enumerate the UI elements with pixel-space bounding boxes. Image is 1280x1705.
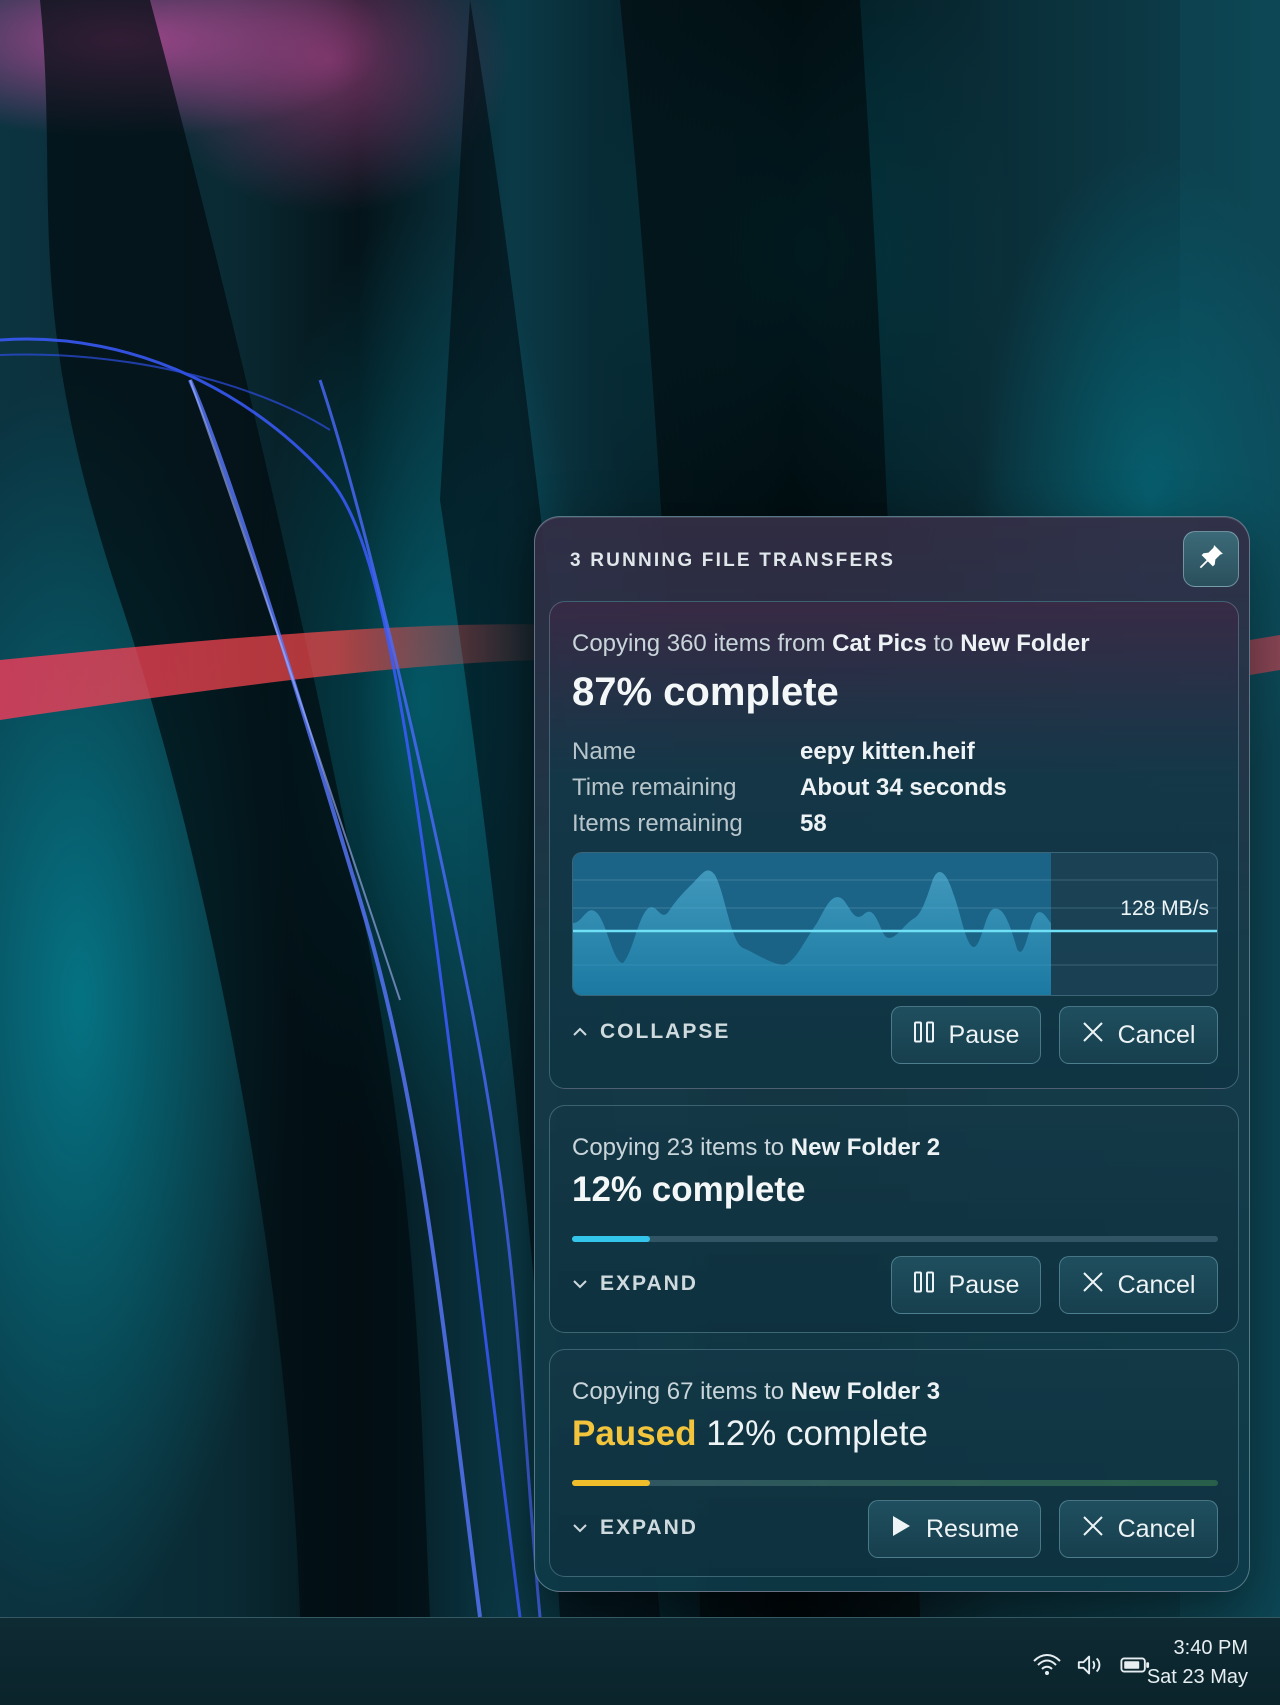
expand-label: EXPAND [600, 1516, 698, 1539]
system-tray [1032, 1652, 1150, 1678]
cancel-label: Cancel [1117, 1514, 1196, 1543]
cancel-button[interactable]: Cancel [1059, 1006, 1218, 1064]
chevron-up-icon [572, 1020, 588, 1044]
detail-label: Name [572, 738, 637, 765]
transfer-description: Copying 67 items to New Folder 3 [572, 1378, 941, 1405]
paused-status: Paused [572, 1414, 697, 1453]
source-folder: Cat Pics [832, 630, 927, 657]
percent-complete: 12% complete [572, 1170, 806, 1209]
detail-label: Time remaining [572, 774, 737, 801]
transfer-card-3: Copying 67 items to New Folder 3 Paused … [549, 1349, 1239, 1577]
detail-value: eepy kitten.heif [800, 738, 975, 765]
detail-label: Items remaining [572, 810, 743, 837]
collapse-toggle[interactable]: COLLAPSE [572, 1020, 730, 1044]
transfer-card-1: Copying 360 items from Cat Pics to New F… [549, 601, 1239, 1089]
detail-row-items: Items remaining 58 [572, 806, 1007, 842]
resume-label: Resume [925, 1514, 1020, 1543]
percent-complete: Paused 12% complete [572, 1414, 929, 1453]
play-icon [890, 1514, 912, 1545]
close-icon [1082, 1271, 1104, 1300]
cancel-label: Cancel [1117, 1020, 1196, 1049]
pause-button[interactable]: Pause [891, 1006, 1041, 1064]
expand-toggle[interactable]: EXPAND [572, 1272, 698, 1296]
wifi-icon[interactable] [1032, 1652, 1062, 1678]
collapse-label: COLLAPSE [600, 1020, 731, 1043]
battery-icon[interactable] [1120, 1652, 1150, 1678]
clock-time: 3:40 PM [1173, 1637, 1248, 1659]
destination-folder: New Folder [960, 630, 1090, 657]
transfer-speed-graph: 128 MB/s [572, 852, 1218, 996]
pause-icon [913, 1021, 935, 1050]
panel-title: 3 RUNNING FILE TRANSFERS [570, 550, 896, 571]
destination-folder: New Folder 3 [790, 1378, 941, 1405]
volume-icon[interactable] [1076, 1652, 1106, 1678]
resume-button[interactable]: Resume [868, 1500, 1041, 1558]
taskbar: 3:40 PM Sat 23 May [0, 1617, 1280, 1705]
detail-value: 58 [800, 810, 827, 837]
transfer-speed: 128 MB/s [1120, 897, 1209, 920]
progress-bar-fill [572, 1236, 650, 1242]
close-icon [1082, 1515, 1104, 1544]
pause-label: Pause [948, 1020, 1020, 1049]
expand-toggle[interactable]: EXPAND [572, 1516, 698, 1540]
destination-folder: New Folder 2 [790, 1134, 941, 1161]
pause-icon [913, 1271, 935, 1300]
detail-value: About 34 seconds [800, 774, 1007, 801]
transfer-description: Copying 23 items to New Folder 2 [572, 1134, 941, 1161]
expand-label: EXPAND [600, 1272, 698, 1295]
file-transfers-panel: 3 RUNNING FILE TRANSFERS Copying 360 ite… [534, 516, 1250, 1592]
transfer-details: Name eepy kitten.heif Time remaining Abo… [572, 734, 1007, 842]
transfer-card-2: Copying 23 items to New Folder 2 12% com… [549, 1105, 1239, 1333]
cancel-button[interactable]: Cancel [1059, 1500, 1218, 1558]
percent-complete: 87% complete [572, 670, 839, 714]
detail-row-time: Time remaining About 34 seconds [572, 770, 1007, 806]
chevron-down-icon [572, 1516, 588, 1540]
progress-bar [572, 1236, 1218, 1242]
detail-row-name: Name eepy kitten.heif [572, 734, 1007, 770]
pause-button[interactable]: Pause [891, 1256, 1041, 1314]
pin-button[interactable] [1183, 531, 1239, 587]
pause-label: Pause [948, 1270, 1020, 1299]
close-icon [1082, 1021, 1104, 1050]
progress-bar-fill [572, 1480, 650, 1486]
pin-icon [1196, 542, 1226, 577]
chevron-down-icon [572, 1272, 588, 1296]
cancel-label: Cancel [1117, 1270, 1196, 1299]
taskbar-clock[interactable]: 3:40 PM Sat 23 May [1147, 1634, 1248, 1692]
cancel-button[interactable]: Cancel [1059, 1256, 1218, 1314]
progress-bar [572, 1480, 1218, 1486]
clock-date: Sat 23 May [1146, 1666, 1248, 1688]
transfer-description: Copying 360 items from Cat Pics to New F… [572, 630, 1090, 657]
